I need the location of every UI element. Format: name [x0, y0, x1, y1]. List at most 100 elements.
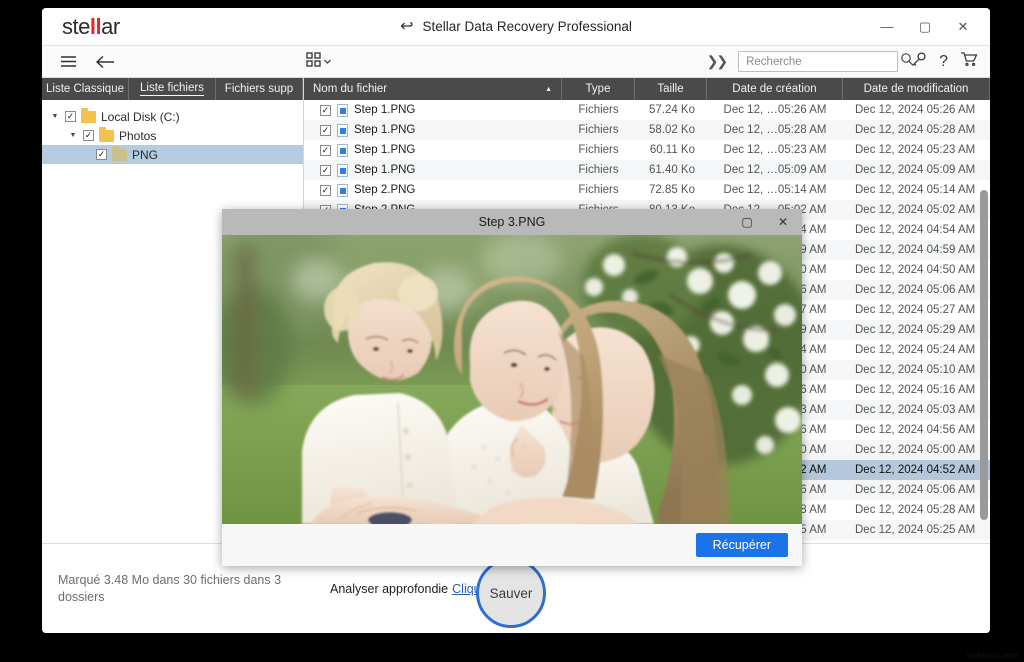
- cell-name: ✓ Step 1.PNG: [304, 163, 562, 177]
- tab-fichiers-supp[interactable]: Fichiers supp: [216, 78, 303, 100]
- cell-modified: Dec 12, 2024 05:09 AM: [855, 164, 976, 176]
- expand-chevron-icon[interactable]: ❯❯: [707, 53, 729, 70]
- key-icon[interactable]: [910, 51, 927, 73]
- dialog-close-button[interactable]: ✕: [770, 211, 796, 233]
- expand-arrow-icon[interactable]: ▼: [50, 113, 60, 120]
- table-row[interactable]: ✓ Step 1.PNG Fichiers 57.24 Ko Dec 12, …05:2…: [304, 100, 990, 120]
- cell-modified: Dec 12, 2024 05:00 AM: [855, 444, 976, 456]
- column-header-modified[interactable]: Date de modification: [843, 78, 990, 100]
- search-input[interactable]: [746, 55, 901, 68]
- cell-type: Fichiers: [578, 124, 619, 136]
- expand-arrow-icon[interactable]: ▼: [68, 132, 78, 139]
- cart-icon[interactable]: [960, 51, 978, 72]
- row-checkbox[interactable]: ✓: [320, 104, 331, 116]
- sort-ascending-icon[interactable]: ▲: [545, 86, 552, 93]
- tree-item-photos[interactable]: ▼ ✓ Photos: [42, 126, 303, 145]
- preview-photo: [222, 235, 802, 524]
- maximize-button[interactable]: ▢: [906, 12, 944, 42]
- stellar-logo: stellar: [62, 14, 120, 40]
- page-title: Stellar Data Recovery Professional: [422, 19, 632, 34]
- help-icon[interactable]: ?: [939, 53, 948, 71]
- cell-modified: Dec 12, 2024 04:56 AM: [855, 424, 976, 436]
- back-arrow-icon[interactable]: [95, 55, 115, 69]
- tree-checkbox[interactable]: ✓: [65, 111, 76, 122]
- file-name: Step 1.PNG: [354, 124, 416, 136]
- cell-created: Dec 12, …05:28 AM: [723, 124, 827, 136]
- cell-name: ✓ Step 1.PNG: [304, 103, 562, 117]
- cell-size: 57.24 Ko: [648, 104, 695, 116]
- tree-checkbox[interactable]: ✓: [96, 149, 107, 160]
- watermark: stellarinfo.com: [966, 651, 1018, 660]
- chevron-down-icon[interactable]: [323, 53, 332, 71]
- cell-name: ✓ Step 2.PNG: [304, 183, 562, 197]
- file-name: Step 1.PNG: [354, 144, 416, 156]
- application-window: stellar ↩ Stellar Data Recovery Professi…: [42, 8, 990, 633]
- logo-text-post: ar: [101, 13, 120, 39]
- table-row[interactable]: ✓ Step 1.PNG Fichiers 61.40 Ko Dec 12, …05:0…: [304, 160, 990, 180]
- tree-checkbox[interactable]: ✓: [83, 130, 94, 141]
- cell-size: 72.85 Ko: [648, 184, 695, 196]
- cell-size: 60.11 Ko: [649, 144, 695, 156]
- column-header-name[interactable]: Nom du fichier ▲: [304, 78, 562, 100]
- cell-type: Fichiers: [578, 144, 619, 156]
- row-checkbox[interactable]: ✓: [320, 164, 331, 176]
- folder-icon: [81, 107, 96, 123]
- column-header-type[interactable]: Type: [562, 78, 635, 100]
- cell-name: ✓ Step 1.PNG: [304, 123, 562, 137]
- vertical-scrollbar[interactable]: [980, 190, 988, 520]
- logo-text-pre: ste: [62, 13, 90, 39]
- grid-view-icon[interactable]: [306, 51, 321, 72]
- recover-button[interactable]: Récupérer: [695, 533, 788, 557]
- cell-modified: Dec 12, 2024 04:52 AM: [855, 464, 976, 476]
- table-row[interactable]: ✓ Step 1.PNG Fichiers 60.11 Ko Dec 12, …05:2…: [304, 140, 990, 160]
- tab-liste-classique[interactable]: Liste Classique: [42, 78, 129, 100]
- row-checkbox[interactable]: ✓: [320, 124, 331, 136]
- preview-image-container: [222, 235, 802, 524]
- table-header: Nom du fichier ▲ Type Taille Date de cré…: [304, 78, 990, 100]
- view-mode-switch[interactable]: [306, 51, 332, 72]
- png-file-icon: [337, 143, 348, 157]
- tree-item-png[interactable]: ✓ PNG: [42, 145, 303, 164]
- column-label: Nom du fichier: [313, 83, 388, 95]
- folder-icon: [112, 145, 127, 161]
- cell-name: ✓ Step 1.PNG: [304, 143, 562, 157]
- cell-size: 58.02 Ko: [648, 124, 695, 136]
- tree-item-label: Local Disk (C:): [101, 109, 180, 124]
- tab-label: Liste fichiers: [140, 82, 204, 96]
- file-name: Step 1.PNG: [354, 164, 416, 176]
- tab-liste-fichiers[interactable]: Liste fichiers: [129, 78, 216, 100]
- minimize-button[interactable]: —: [868, 12, 906, 42]
- file-name: Step 1.PNG: [354, 104, 416, 116]
- table-row[interactable]: ✓ Step 1.PNG Fichiers 58.02 Ko Dec 12, …05:2…: [304, 120, 990, 140]
- table-row[interactable]: ✓ Step 2.PNG Fichiers 72.85 Ko Dec 12, …05:1…: [304, 180, 990, 200]
- cell-type: Fichiers: [578, 184, 619, 196]
- png-file-icon: [337, 163, 348, 177]
- save-button[interactable]: Sauver: [476, 558, 546, 628]
- column-header-size[interactable]: Taille: [635, 78, 707, 100]
- cell-created: Dec 12, …05:26 AM: [723, 104, 827, 116]
- hamburger-icon[interactable]: [60, 55, 77, 68]
- close-button[interactable]: ✕: [944, 12, 982, 42]
- cell-modified: Dec 12, 2024 05:03 AM: [855, 404, 976, 416]
- toolbar: ❯❯ ?: [42, 46, 990, 78]
- cell-created: Dec 12, …05:23 AM: [723, 144, 827, 156]
- cell-modified: Dec 12, 2024 05:27 AM: [855, 304, 976, 316]
- column-header-created[interactable]: Date de création: [707, 78, 843, 100]
- dialog-maximize-button[interactable]: ▢: [734, 211, 760, 233]
- row-checkbox[interactable]: ✓: [320, 184, 331, 196]
- cell-modified: Dec 12, 2024 05:26 AM: [855, 104, 976, 116]
- cell-modified: Dec 12, 2024 05:02 AM: [855, 204, 976, 216]
- cell-modified: Dec 12, 2024 05:28 AM: [855, 124, 976, 136]
- file-name: Step 2.PNG: [354, 184, 416, 196]
- cell-modified: Dec 12, 2024 05:28 AM: [855, 504, 976, 516]
- return-arrow-icon: ↩: [400, 17, 414, 35]
- cell-size: 61.40 Ko: [648, 164, 695, 176]
- tree-item-local-disk[interactable]: ▼ ✓ Local Disk (C:): [42, 107, 303, 126]
- cell-created: Dec 12, …05:09 AM: [723, 164, 827, 176]
- cell-modified: Dec 12, 2024 04:59 AM: [855, 244, 976, 256]
- preview-dialog: Step 3.PNG ▢ ✕ Récupérer: [222, 209, 802, 566]
- cell-modified: Dec 12, 2024 05:10 AM: [855, 364, 976, 376]
- marked-summary: Marqué 3.48 Mo dans 30 fichiers dans 3 d…: [58, 572, 282, 604]
- search-box[interactable]: [738, 51, 914, 72]
- row-checkbox[interactable]: ✓: [320, 144, 331, 156]
